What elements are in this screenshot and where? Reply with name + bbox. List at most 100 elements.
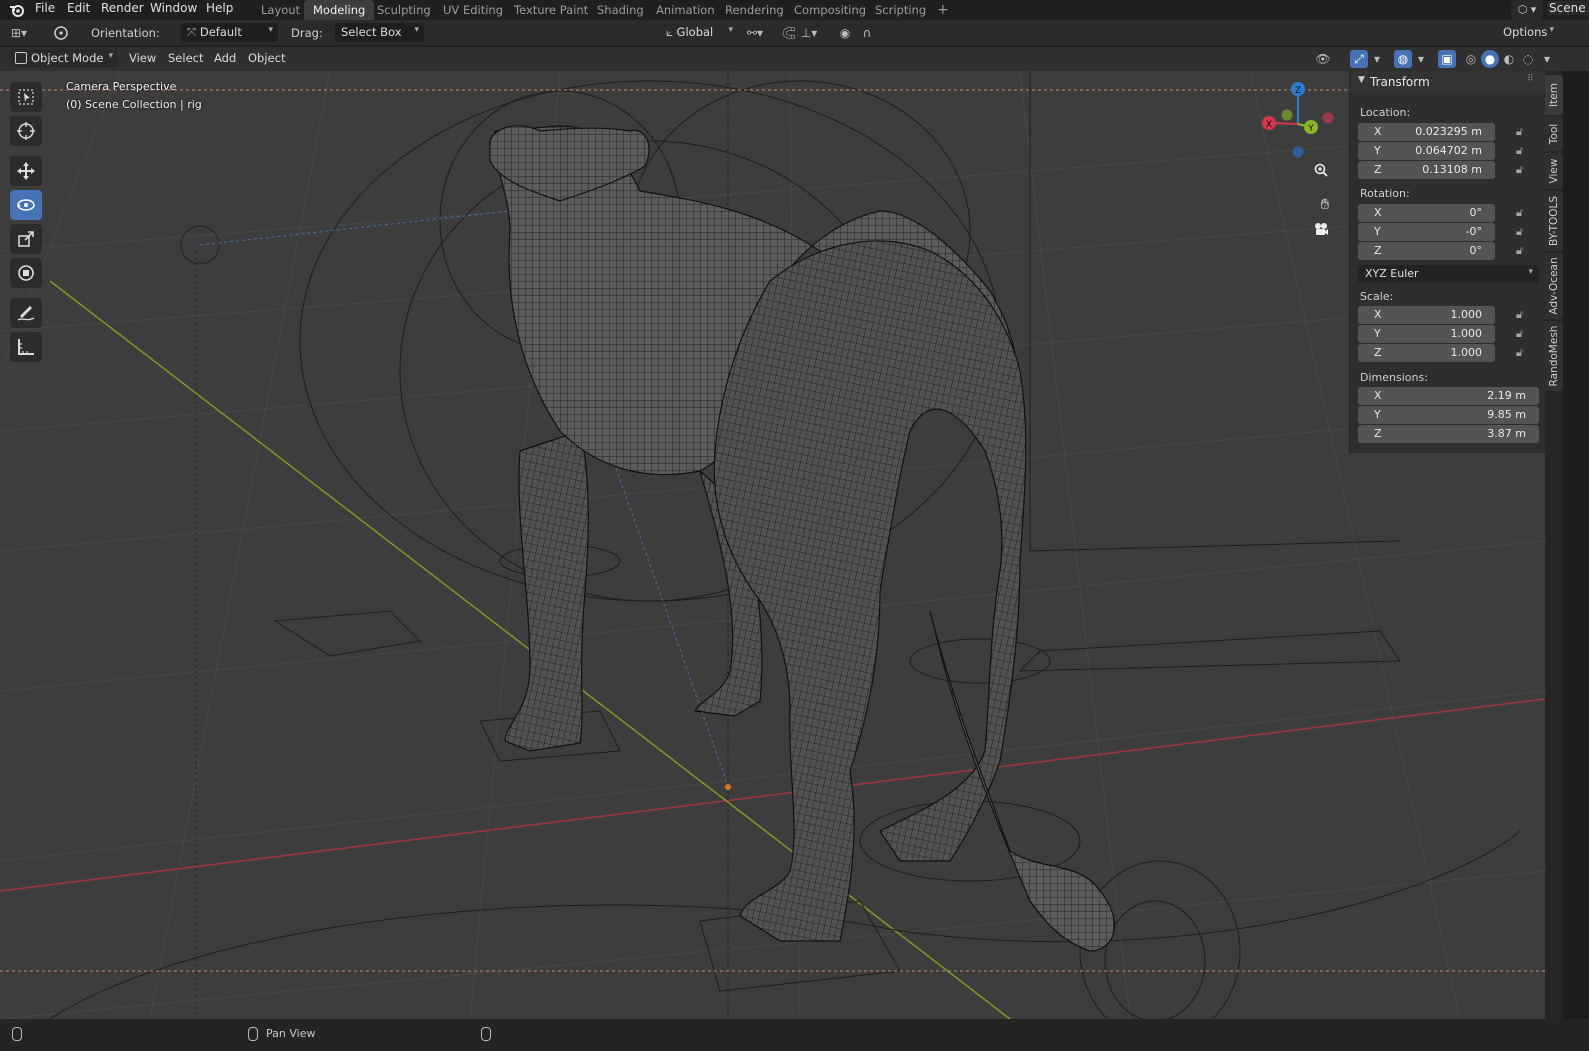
location-y-field[interactable]: Y 0.064702 m — [1358, 142, 1495, 160]
cursor-icon — [17, 122, 35, 140]
dimensions-z-field[interactable]: Z 3.87 m — [1358, 425, 1539, 443]
overlay-toggle-icon[interactable]: ◍ — [1394, 50, 1412, 68]
menu-help[interactable]: Help — [206, 1, 233, 15]
lock-location-z-icon[interactable]: 🔓︎ — [1516, 163, 1530, 177]
lock-rotation-z-icon[interactable]: 🔓︎ — [1516, 244, 1530, 258]
orientation-dropdown[interactable]: ⤧ Default ▾ — [181, 23, 278, 42]
tool-measure[interactable] — [10, 332, 42, 362]
transform-panel-header[interactable]: ▼ Transform ⠿ — [1350, 71, 1546, 93]
drag-handle-icon[interactable]: ⠿ — [1527, 74, 1534, 84]
xray-toggle-icon[interactable]: ▣ — [1438, 50, 1456, 68]
tool-rotate[interactable] — [10, 190, 42, 220]
rotation-y-field[interactable]: Y -0° — [1358, 223, 1495, 241]
menu-file[interactable]: File — [35, 1, 55, 15]
dimensions-y-field[interactable]: Y 9.85 m — [1358, 406, 1539, 424]
sidebar-tab-by-tools[interactable]: BY-TOOLS — [1545, 191, 1563, 251]
menu-window[interactable]: Window — [150, 1, 197, 15]
options-dropdown[interactable]: Options ▾ — [1497, 23, 1559, 42]
proportional-edit-icon[interactable]: ◉ — [836, 24, 854, 42]
gizmo-z-negative — [1292, 146, 1304, 158]
shading-dropdown-icon[interactable]: ▾ — [1538, 50, 1556, 68]
gizmo-dropdown-icon[interactable]: ▾ — [1368, 50, 1386, 68]
sidebar-tab-randomesh[interactable]: RandoMesh — [1545, 321, 1563, 391]
drag-label: Drag: — [291, 26, 323, 40]
solid-shading-icon[interactable]: ● — [1481, 50, 1499, 68]
tool-select-box[interactable] — [10, 82, 42, 112]
workspace-tab-uv-editing[interactable]: UV Editing — [434, 0, 512, 20]
workspace-tab-shading[interactable]: Shading — [588, 0, 653, 20]
lock-rotation-y-icon[interactable]: 🔓︎ — [1516, 225, 1530, 239]
editor-type-icon[interactable]: ⊞▾ — [10, 24, 28, 42]
scene-selector-icon[interactable]: ⬡ ▾ — [1511, 0, 1543, 20]
location-z-field[interactable]: Z 0.13108 m — [1358, 161, 1495, 179]
chevron-down-icon: ▾ — [728, 25, 733, 35]
rendered-shading-icon[interactable]: ◌ — [1519, 50, 1537, 68]
lock-location-y-icon[interactable]: 🔓︎ — [1516, 144, 1530, 158]
sidebar-tab-view[interactable]: View — [1545, 153, 1563, 189]
snap-toggle-icon[interactable]: 🧲︎ — [780, 24, 798, 42]
menu-object[interactable]: Object — [248, 51, 285, 65]
scale-y-field[interactable]: Y 1.000 — [1358, 325, 1495, 343]
menu-render[interactable]: Render — [101, 1, 144, 15]
gizmo-x-negative — [1322, 112, 1334, 124]
lock-location-x-icon[interactable]: 🔓︎ — [1516, 125, 1530, 139]
workspace-tab-modeling[interactable]: Modeling — [304, 0, 375, 20]
scale-x-field[interactable]: X 1.000 — [1358, 306, 1495, 324]
workspace-tab-sculpting[interactable]: Sculpting — [368, 0, 440, 20]
workspace-tab-animation[interactable]: Animation — [647, 0, 724, 20]
lock-scale-z-icon[interactable]: 🔓︎ — [1516, 346, 1530, 360]
lock-rotation-x-icon[interactable]: 🔓︎ — [1516, 206, 1530, 220]
rotation-mode-dropdown[interactable]: XYZ Euler ▾ — [1358, 265, 1539, 283]
wireframe-shading-icon[interactable]: ◎ — [1462, 50, 1480, 68]
pan-hand-icon[interactable]: ✋︎ — [1313, 192, 1337, 216]
lion-mesh — [489, 125, 1116, 952]
rotation-x-field[interactable]: X 0° — [1358, 204, 1495, 222]
camera-view-icon[interactable] — [1313, 222, 1337, 246]
scale-z-field[interactable]: Z 1.000 — [1358, 344, 1495, 362]
material-shading-icon[interactable]: ◐ — [1500, 50, 1518, 68]
zoom-icon[interactable] — [1313, 162, 1337, 186]
lock-scale-x-icon[interactable]: 🔓︎ — [1516, 308, 1530, 322]
tool-move[interactable] — [10, 156, 42, 186]
transform-orientation-dropdown[interactable]: ⟀ Global ▾ — [660, 23, 738, 42]
drag-dropdown[interactable]: Select Box ▾ — [335, 23, 424, 42]
snap-target-icon[interactable]: ⊥▾ — [800, 24, 818, 42]
sidebar-tab-item[interactable]: Item — [1545, 75, 1563, 115]
menu-select[interactable]: Select — [168, 51, 203, 65]
scene-name[interactable]: Scene — [1547, 1, 1589, 15]
falloff-curve-icon[interactable]: ∩ — [858, 24, 876, 42]
location-x-field[interactable]: X 0.023295 m — [1358, 123, 1495, 141]
blender-logo-icon[interactable] — [9, 2, 25, 18]
visibility-icon[interactable]: 👁︎▾ — [1314, 50, 1332, 84]
3d-viewport[interactable]: Z X Y Camera Perspective (0) Scene Colle… — [0, 71, 1545, 1019]
dimensions-x-field[interactable]: X 2.19 m — [1358, 387, 1539, 405]
rotate-icon — [17, 199, 35, 211]
menu-view[interactable]: View — [129, 51, 156, 65]
pan-view-hint: Pan View — [266, 1027, 316, 1040]
workspace-tab-texture-paint[interactable]: Texture Paint — [505, 0, 597, 20]
orientation-value: Default — [199, 25, 242, 39]
tool-annotate[interactable] — [10, 298, 42, 328]
workspace-tab-scripting[interactable]: Scripting — [866, 0, 935, 20]
tool-transform[interactable] — [10, 258, 42, 288]
viewport-scene[interactable]: Z X Y — [0, 71, 1545, 1019]
pivot-point-icon[interactable]: ⚯▾ — [746, 24, 764, 42]
menu-edit[interactable]: Edit — [67, 1, 90, 15]
chevron-down-icon: ▾ — [1528, 267, 1533, 277]
tool-scale[interactable] — [10, 224, 42, 254]
sidebar-tab-tool[interactable]: Tool — [1545, 117, 1563, 151]
workspace-tab-compositing[interactable]: Compositing — [785, 0, 875, 20]
tool-settings-header: ⊞▾ Orientation: ⤧ Default ▾ Drag: Select… — [0, 20, 1589, 46]
workspace-tab-layout[interactable]: Layout — [252, 0, 309, 20]
gizmo-toggle-icon[interactable]: ⤢ — [1350, 50, 1368, 68]
workspace-tab-rendering[interactable]: Rendering — [716, 0, 793, 20]
sidebar-tab-adv-ocean[interactable]: Adv-Ocean — [1545, 253, 1563, 319]
sidebar-n-panel: ▼ Transform ⠿ Location: X 0.023295 m Y 0.0… — [1349, 71, 1546, 453]
overlay-dropdown-icon[interactable]: ▾ — [1412, 50, 1430, 68]
menu-add[interactable]: Add — [214, 51, 236, 65]
lock-scale-y-icon[interactable]: 🔓︎ — [1516, 327, 1530, 341]
add-workspace-button[interactable]: + — [928, 0, 958, 20]
tool-cursor[interactable] — [10, 116, 42, 146]
rotation-z-field[interactable]: Z 0° — [1358, 242, 1495, 260]
mode-dropdown[interactable]: Object Mode ▾ — [9, 49, 118, 68]
